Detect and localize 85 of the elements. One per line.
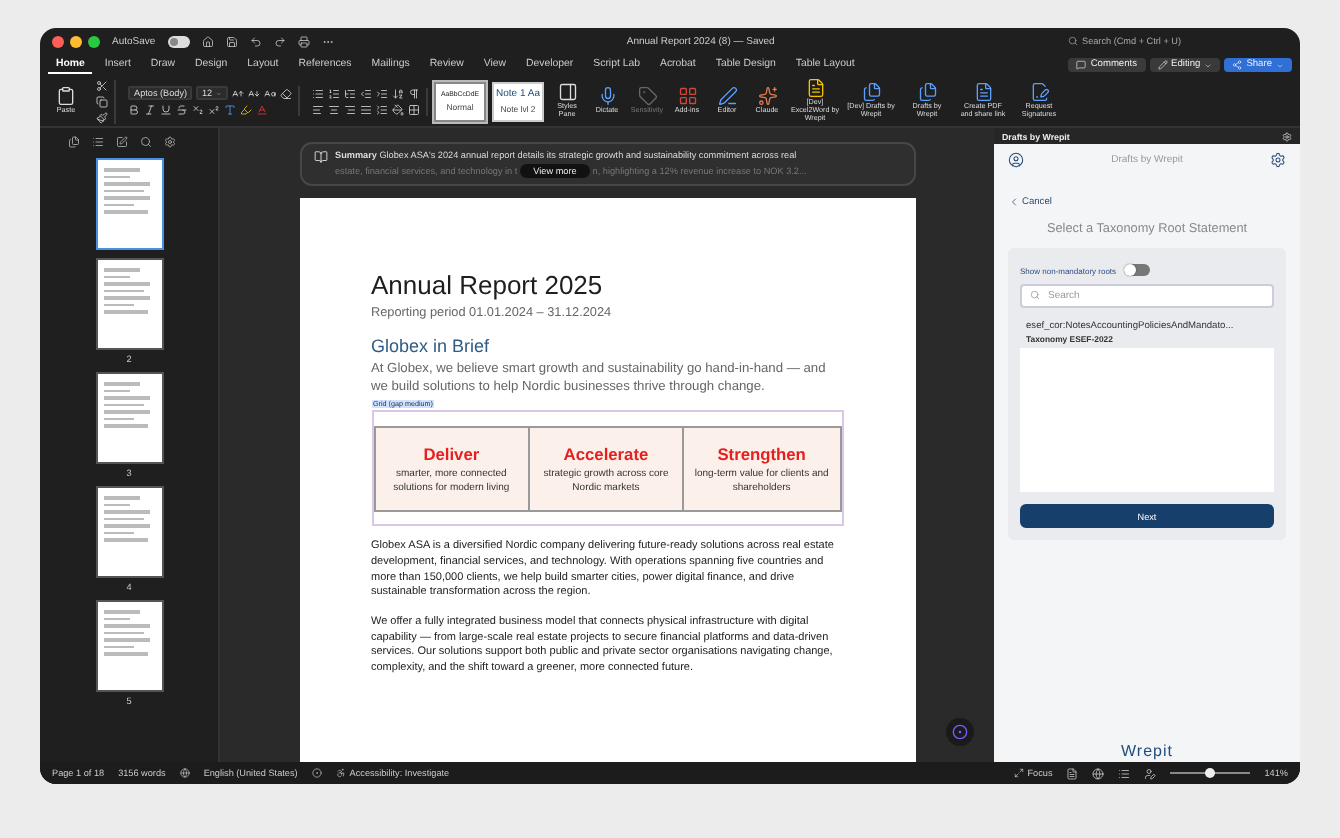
pen-icon[interactable] bbox=[717, 86, 737, 107]
focus-icon[interactable] bbox=[1013, 768, 1024, 778]
web-layout-icon[interactable] bbox=[1092, 767, 1105, 779]
page-thumbnail[interactable] bbox=[95, 158, 163, 250]
language-icon[interactable] bbox=[179, 768, 190, 778]
outline-view-icon[interactable] bbox=[1118, 767, 1131, 779]
grid-icon[interactable] bbox=[677, 86, 697, 107]
pages-icon[interactable] bbox=[68, 135, 80, 147]
minimize-button[interactable] bbox=[70, 35, 82, 47]
font-color-icon[interactable] bbox=[256, 104, 268, 116]
shading-icon[interactable] bbox=[392, 103, 404, 115]
align-right-icon[interactable] bbox=[344, 103, 356, 115]
signature-icon[interactable] bbox=[1029, 82, 1049, 103]
format-painter-icon[interactable] bbox=[96, 111, 108, 123]
clear-format-icon[interactable] bbox=[280, 87, 292, 99]
grow-font-icon[interactable] bbox=[232, 87, 244, 99]
multilevel-icon[interactable] bbox=[344, 87, 356, 99]
shrink-font-icon[interactable] bbox=[248, 87, 260, 99]
styles-pane-icon[interactable] bbox=[557, 82, 577, 103]
italic-icon[interactable] bbox=[144, 104, 156, 116]
card-title: Deliver bbox=[423, 443, 480, 464]
close-button[interactable] bbox=[52, 35, 64, 47]
clipboard-icon[interactable] bbox=[56, 86, 76, 107]
text-effects-icon[interactable] bbox=[224, 104, 236, 116]
outline-icon[interactable] bbox=[92, 135, 104, 147]
copilot-icon[interactable] bbox=[952, 724, 968, 740]
settings-icon[interactable] bbox=[164, 135, 176, 147]
document-icon[interactable] bbox=[805, 78, 825, 99]
highlighter-icon[interactable] bbox=[240, 104, 252, 116]
change-case-icon[interactable] bbox=[264, 87, 276, 99]
section-heading: Globex in Brief bbox=[371, 336, 492, 356]
card-title: Strengthen bbox=[717, 443, 806, 464]
redo-icon[interactable] bbox=[273, 35, 286, 47]
numbering-icon[interactable] bbox=[328, 87, 340, 99]
line-spacing-icon[interactable] bbox=[376, 103, 388, 115]
bullets-icon[interactable] bbox=[312, 87, 324, 99]
cut-icon[interactable] bbox=[96, 79, 108, 91]
card-title: Accelerate bbox=[563, 443, 649, 464]
superscript-icon[interactable] bbox=[208, 104, 220, 116]
settings-icon[interactable] bbox=[1270, 152, 1286, 168]
page-thumbnail[interactable] bbox=[95, 600, 163, 692]
strikethrough-icon[interactable] bbox=[176, 104, 188, 116]
align-center-icon[interactable] bbox=[328, 103, 340, 115]
copy-icon[interactable] bbox=[96, 95, 108, 107]
bold-icon[interactable] bbox=[128, 104, 140, 116]
underline-icon[interactable] bbox=[160, 104, 172, 116]
pencil-icon[interactable] bbox=[1157, 60, 1168, 70]
comment-icon[interactable] bbox=[1076, 60, 1087, 70]
zoom-slider-thumb[interactable] bbox=[1205, 768, 1216, 778]
wrepit-logo: Wrepit bbox=[1119, 742, 1175, 762]
user-icon[interactable] bbox=[1008, 152, 1024, 168]
home-icon[interactable] bbox=[201, 35, 214, 47]
share-icon[interactable] bbox=[1232, 60, 1243, 70]
outdent-icon[interactable] bbox=[360, 87, 372, 99]
summary-icon[interactable] bbox=[313, 150, 327, 164]
copilot-button[interactable] bbox=[946, 718, 974, 746]
documents-icon[interactable] bbox=[861, 82, 881, 103]
edit-icon[interactable] bbox=[116, 135, 128, 147]
undo-icon[interactable] bbox=[249, 35, 262, 47]
search-icon[interactable] bbox=[140, 135, 152, 147]
page-thumbnail[interactable] bbox=[95, 258, 163, 350]
toggle-switch[interactable] bbox=[1124, 264, 1151, 276]
pdf-icon[interactable] bbox=[973, 82, 993, 103]
record-icon[interactable] bbox=[311, 768, 322, 778]
subscript-icon[interactable] bbox=[192, 104, 204, 116]
accessibility-icon[interactable] bbox=[335, 768, 346, 778]
print-layout-icon[interactable] bbox=[1066, 767, 1079, 779]
search-icon[interactable] bbox=[1068, 36, 1078, 46]
justify-icon[interactable] bbox=[360, 103, 372, 115]
sort-icon[interactable] bbox=[392, 87, 404, 99]
autosave-toggle[interactable] bbox=[167, 35, 190, 47]
borders-icon[interactable] bbox=[408, 103, 420, 115]
indent-icon[interactable] bbox=[376, 87, 388, 99]
document-title: Annual Report 2025 bbox=[371, 270, 605, 300]
documents-icon[interactable] bbox=[917, 82, 937, 103]
pilcrow-icon[interactable] bbox=[408, 87, 420, 99]
page-thumbnail[interactable] bbox=[95, 372, 163, 464]
draft-view-icon[interactable] bbox=[1144, 767, 1157, 779]
microphone-icon[interactable] bbox=[597, 86, 617, 107]
page-thumbnail[interactable] bbox=[95, 486, 163, 578]
sparkle-icon[interactable] bbox=[757, 86, 777, 107]
print-icon[interactable] bbox=[297, 35, 310, 47]
save-icon[interactable] bbox=[225, 35, 238, 47]
zoom-button[interactable] bbox=[88, 35, 100, 47]
align-left-icon[interactable] bbox=[312, 103, 324, 115]
